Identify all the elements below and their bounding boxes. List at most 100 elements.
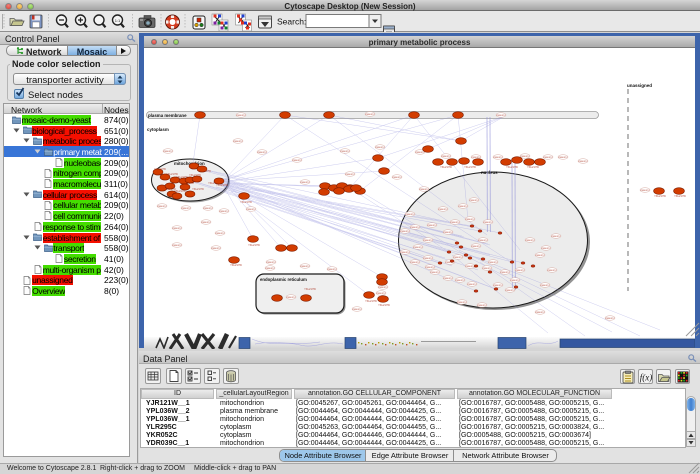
svg-text:YBR037C: YBR037C xyxy=(352,309,362,311)
svg-text:YKL217W: YKL217W xyxy=(674,194,686,198)
svg-text:YBR037C: YBR037C xyxy=(558,157,568,159)
svg-text:YBR037C: YBR037C xyxy=(540,285,550,287)
svg-text:YBR037C: YBR037C xyxy=(465,266,475,268)
svg-text:YBR037C: YBR037C xyxy=(266,262,276,264)
svg-text:YKL217W: YKL217W xyxy=(248,243,260,247)
svg-text:YBR037C: YBR037C xyxy=(181,208,191,210)
svg-text:YBR037C: YBR037C xyxy=(535,255,545,257)
svg-text:YBR037C: YBR037C xyxy=(441,156,451,158)
svg-text:YBR037C: YBR037C xyxy=(157,206,167,208)
svg-text:YBR037C: YBR037C xyxy=(163,151,173,153)
svg-text:YBR037C: YBR037C xyxy=(510,280,520,282)
svg-text:YBR037C: YBR037C xyxy=(375,147,385,149)
svg-text:YBR037C: YBR037C xyxy=(392,177,402,179)
svg-text:unassigned: unassigned xyxy=(627,83,652,88)
svg-text:YKL217W: YKL217W xyxy=(230,263,242,267)
svg-text:YBR037C: YBR037C xyxy=(233,141,243,143)
svg-text:YBR037C: YBR037C xyxy=(423,240,433,242)
svg-text:YBR037C: YBR037C xyxy=(445,262,455,264)
svg-text:YBR037C: YBR037C xyxy=(419,189,429,191)
svg-text:YBR037C: YBR037C xyxy=(605,318,615,320)
svg-text:YBR037C: YBR037C xyxy=(547,270,557,272)
svg-text:YBR037C: YBR037C xyxy=(265,268,275,270)
svg-text:YBR037C: YBR037C xyxy=(493,157,503,159)
svg-text:YBR037C: YBR037C xyxy=(496,115,506,117)
svg-text:YBR037C: YBR037C xyxy=(471,246,481,248)
svg-text:YBR037C: YBR037C xyxy=(219,211,229,213)
svg-text:YBR037C: YBR037C xyxy=(541,248,551,250)
svg-text:YKL217W: YKL217W xyxy=(304,287,316,291)
svg-text:YBR037C: YBR037C xyxy=(211,248,221,250)
svg-text:YBR037C: YBR037C xyxy=(551,236,561,238)
svg-text:YKL217W: YKL217W xyxy=(378,303,390,307)
svg-text:YBR037C: YBR037C xyxy=(467,284,477,286)
svg-text:YBR037C: YBR037C xyxy=(535,312,545,314)
svg-text:YBR037C: YBR037C xyxy=(405,214,415,216)
svg-text:YBR037C: YBR037C xyxy=(327,269,337,271)
svg-text:cytoplasm: cytoplasm xyxy=(147,127,169,132)
svg-text:f(x): f(x) xyxy=(639,372,652,382)
svg-text:1:1: 1:1 xyxy=(115,18,121,23)
svg-text:YKL217W: YKL217W xyxy=(464,165,476,169)
svg-text:YBR037C: YBR037C xyxy=(423,258,433,260)
svg-text:YBR037C: YBR037C xyxy=(203,208,213,210)
svg-text:YBR037C: YBR037C xyxy=(520,156,530,158)
svg-text:YBR037C: YBR037C xyxy=(482,268,492,270)
svg-text:YBR037C: YBR037C xyxy=(443,232,453,234)
svg-text:YBR037C: YBR037C xyxy=(415,152,425,154)
svg-text:YBR037C: YBR037C xyxy=(400,231,410,233)
svg-text:YBR037C: YBR037C xyxy=(172,245,182,247)
svg-text:YBR037C: YBR037C xyxy=(505,290,515,292)
svg-text:YBR037C: YBR037C xyxy=(300,182,310,184)
svg-text:YKL217W: YKL217W xyxy=(506,165,518,169)
svg-text:YBR037C: YBR037C xyxy=(465,219,475,221)
svg-text:YBR037C: YBR037C xyxy=(378,287,388,289)
svg-text:YBR037C: YBR037C xyxy=(453,257,463,259)
svg-text:YBR037C: YBR037C xyxy=(488,262,498,264)
svg-text:YBR037C: YBR037C xyxy=(477,305,487,307)
svg-text:YBR037C: YBR037C xyxy=(443,278,453,280)
svg-text:YBR037C: YBR037C xyxy=(286,297,296,299)
svg-text:YBR037C: YBR037C xyxy=(478,240,488,242)
svg-text:YBR037C: YBR037C xyxy=(300,266,310,268)
svg-text:YBR037C: YBR037C xyxy=(236,115,246,117)
svg-text:YBR037C: YBR037C xyxy=(172,228,182,230)
svg-text:YBR037C: YBR037C xyxy=(483,222,493,224)
svg-text:YBR037C: YBR037C xyxy=(427,225,437,227)
svg-text:YBR037C: YBR037C xyxy=(340,151,350,153)
svg-text:nucleus: nucleus xyxy=(481,170,498,175)
svg-text:YBR037C: YBR037C xyxy=(376,293,386,295)
svg-text:plasma membrane: plasma membrane xyxy=(148,113,187,118)
svg-text:YBR037C: YBR037C xyxy=(578,161,588,163)
svg-text:YBR037C: YBR037C xyxy=(469,200,479,202)
svg-text:YBR037C: YBR037C xyxy=(450,222,460,224)
svg-text:YBR037C: YBR037C xyxy=(410,262,420,264)
svg-text:YKL217W: YKL217W xyxy=(440,165,452,169)
svg-text:YBR037C: YBR037C xyxy=(493,285,503,287)
svg-text:YBR037C: YBR037C xyxy=(410,227,420,229)
svg-text:YBR037C: YBR037C xyxy=(215,233,225,235)
svg-text:YBR037C: YBR037C xyxy=(640,190,650,192)
svg-text:YBR037C: YBR037C xyxy=(425,267,435,269)
svg-text:Search:: Search: xyxy=(277,17,306,27)
svg-text:YKL217W: YKL217W xyxy=(527,165,539,169)
svg-text:endoplasmic reticulum: endoplasmic reticulum xyxy=(260,277,307,282)
svg-text:YBR037C: YBR037C xyxy=(246,209,256,211)
svg-text:YBR037C: YBR037C xyxy=(413,247,423,249)
svg-text:YBR037C: YBR037C xyxy=(500,272,510,274)
svg-text:YKL217W: YKL217W xyxy=(240,200,252,204)
svg-text:YBR037C: YBR037C xyxy=(257,152,267,154)
svg-text:YKL217W: YKL217W xyxy=(192,187,204,191)
svg-text:YBR037C: YBR037C xyxy=(365,114,375,116)
svg-text:YBR037C: YBR037C xyxy=(455,280,465,282)
svg-text:YBR037C: YBR037C xyxy=(458,206,468,208)
svg-text:YBR037C: YBR037C xyxy=(525,240,535,242)
svg-text:YKL217W: YKL217W xyxy=(365,299,377,303)
svg-text:YBR037C: YBR037C xyxy=(543,157,553,159)
svg-text:YKL217W: YKL217W xyxy=(654,194,666,198)
svg-text:YBR037C: YBR037C xyxy=(292,160,302,162)
svg-text:YBR037C: YBR037C xyxy=(400,252,410,254)
svg-text:YBR037C: YBR037C xyxy=(201,222,211,224)
svg-text:YBR037C: YBR037C xyxy=(457,302,467,304)
svg-text:YBR037C: YBR037C xyxy=(438,209,448,211)
